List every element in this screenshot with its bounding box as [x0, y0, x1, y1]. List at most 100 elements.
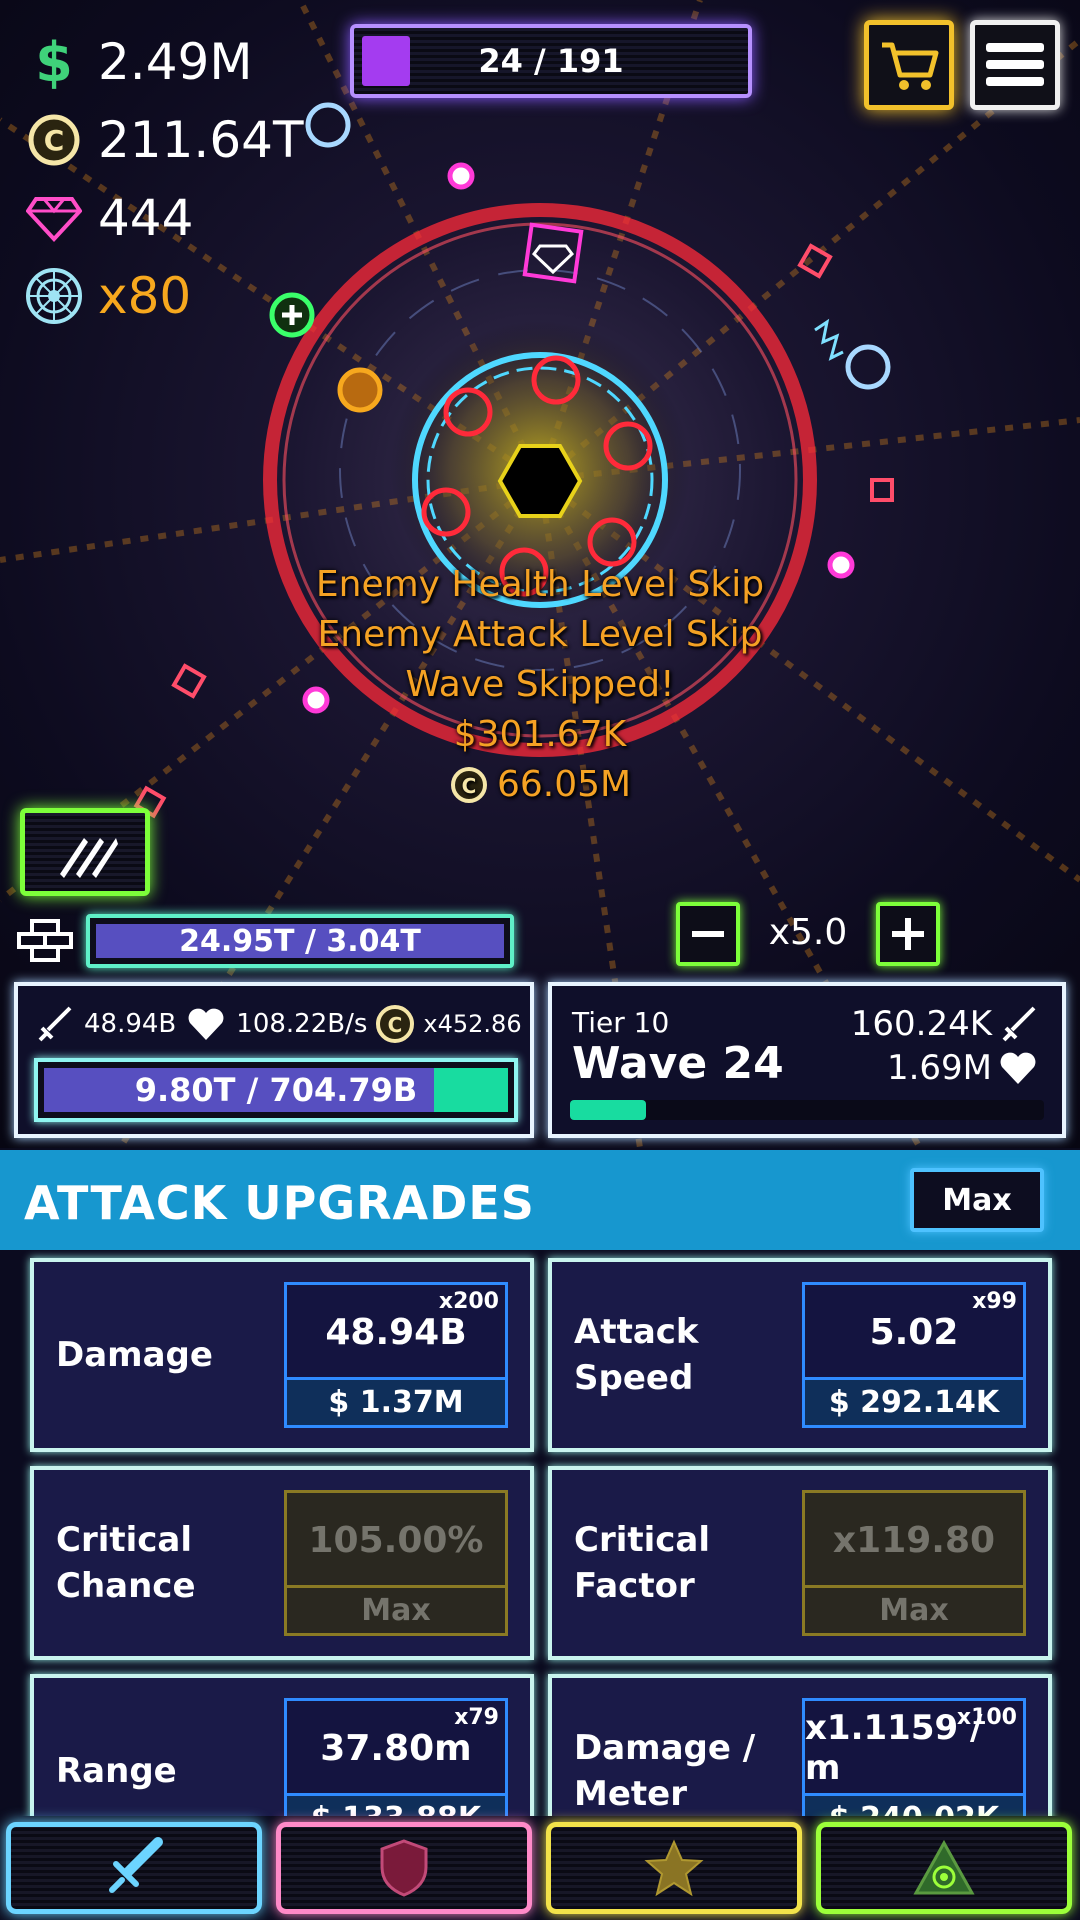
module-icon [24, 266, 84, 326]
upgrade-card-damage-per-meter[interactable]: Damage / Meter x1.1159 / m x100 $ 240.02… [548, 1674, 1052, 1816]
wall-icon [17, 919, 73, 962]
coin-icon: C [24, 110, 84, 170]
plus-icon [892, 918, 924, 950]
tower-stats-panel: 48.94B 108.22B/s C x452.86 9.80T / 704.7… [14, 982, 534, 1138]
tower-damage: 48.94B [84, 1009, 177, 1039]
svg-text:C: C [462, 774, 477, 798]
upgrade-multiplier: x200 [438, 1289, 499, 1314]
upgrade-name: Damage [56, 1335, 213, 1375]
tower-health-bar: 9.80T / 704.79B [34, 1058, 518, 1122]
upgrade-cost: $ 292.14K [805, 1377, 1023, 1425]
cash-counter: $ 2.49M [24, 30, 253, 94]
upgrade-card-critical-factor[interactable]: Critical Factor x119.80 Max [548, 1466, 1052, 1660]
upgrade-cost: Max [805, 1585, 1023, 1633]
upgrade-cost: $ 133.88K [287, 1793, 505, 1816]
modules-counter: x80 [24, 266, 191, 326]
tab-defense[interactable] [276, 1822, 532, 1914]
tab-utility[interactable] [546, 1822, 802, 1914]
attack-skip-message: Enemy Attack Level Skip [317, 614, 763, 655]
cash-value: 2.49M [98, 33, 253, 91]
heart-icon [1000, 1052, 1036, 1084]
minus-icon [692, 931, 724, 937]
cart-icon [882, 42, 939, 90]
heart-icon [186, 1006, 226, 1042]
wave-progress-bar: 24 / 191 [350, 24, 752, 98]
svg-text:C: C [388, 1013, 403, 1037]
wall-health-text: 24.95T / 3.04T [179, 923, 421, 959]
missile-ability-button[interactable] [20, 808, 150, 896]
wall-health-bar: 24.95T / 3.04T [86, 914, 514, 968]
coins-counter: C 211.64T [24, 110, 304, 170]
upgrade-cost: $ 240.02K [805, 1793, 1023, 1816]
upgrade-card-attack-speed[interactable]: Attack Speed 5.02 x99 $ 292.14K [548, 1258, 1052, 1452]
upgrade-buy-button: 105.00% Max [284, 1490, 508, 1636]
upgrade-name: Critical Factor [574, 1520, 711, 1606]
wave-skipped-message: Wave Skipped! [405, 664, 675, 705]
star-icon [644, 1839, 704, 1897]
tab-ultimate[interactable] [816, 1822, 1072, 1914]
coin-icon: C [450, 766, 487, 803]
upgrade-value: 105.00% [308, 1519, 484, 1561]
upgrade-name: Damage / Meter [574, 1728, 756, 1814]
upgrade-buy-button[interactable]: 48.94B x200 $ 1.37M [284, 1282, 508, 1428]
modules-value: x80 [98, 267, 192, 325]
wave-timer-fill [570, 1100, 646, 1120]
hamburger-icon [986, 43, 1044, 86]
gems-counter: 444 [24, 188, 193, 248]
upgrade-card-range[interactable]: Range 37.80m x79 $ 133.88K [30, 1674, 534, 1816]
upgrade-buy-button[interactable]: x1.1159 / m x100 $ 240.02K [802, 1698, 1026, 1816]
upgrade-cost: $ 1.37M [287, 1377, 505, 1425]
upgrade-card-damage[interactable]: Damage 48.94B x200 $ 1.37M [30, 1258, 534, 1452]
menu-button[interactable] [970, 20, 1060, 110]
speed-increase-button[interactable] [876, 902, 940, 966]
battle-arena: $ 2.49M C 211.64T 444 x80 24 / 191 Enemy… [0, 0, 1080, 1148]
upgrade-name: Critical Chance [56, 1520, 196, 1606]
shield-icon [380, 1839, 428, 1897]
upgrade-buy-button: x119.80 Max [802, 1490, 1026, 1636]
wave-progress-text: 24 / 191 [478, 42, 624, 80]
svg-text:C: C [44, 124, 65, 157]
upgrade-card-critical-chance[interactable]: Critical Chance 105.00% Max [30, 1466, 534, 1660]
upgrade-buy-button[interactable]: 5.02 x99 $ 292.14K [802, 1282, 1026, 1428]
wave-timer-bar [570, 1100, 1044, 1120]
upgrade-value: x119.80 [832, 1519, 996, 1561]
dollar-icon: $ [35, 30, 73, 94]
speed-decrease-button[interactable] [676, 902, 740, 966]
coin-reward-message: C 66.05M [240, 764, 840, 805]
upgrade-name: Range [56, 1751, 177, 1791]
coin-multiplier: x452.86 [423, 1010, 522, 1038]
gems-value: 444 [98, 189, 194, 247]
upgrade-multiplier: x79 [454, 1705, 499, 1730]
upgrades-list: Damage 48.94B x200 $ 1.37M Attack Speed … [0, 1250, 1080, 1816]
wave-label: Wave 24 [572, 1038, 784, 1089]
sword-icon [34, 1004, 74, 1044]
coins-value: 211.64T [98, 111, 304, 169]
coin-reward-value: 66.05M [496, 764, 632, 805]
game-speed-value: x5.0 [768, 912, 848, 953]
tab-attack[interactable] [6, 1822, 262, 1914]
coin-icon: C [375, 1004, 415, 1044]
sword-icon [1002, 1006, 1036, 1042]
wave-info-panel: Tier 10 Wave 24 160.24K 1.69M [548, 982, 1066, 1138]
upgrade-buy-button[interactable]: 37.80m x79 $ 133.88K [284, 1698, 508, 1816]
upgrades-title: ATTACK UPGRADES [24, 1176, 535, 1230]
eye-triangle-icon [913, 1839, 975, 1895]
gem-icon [24, 188, 84, 248]
enemy-attack-value: 160.24K [850, 1004, 992, 1044]
tier-label: Tier 10 [572, 1006, 670, 1039]
cash-reward-message: $301.67K [453, 714, 627, 755]
upgrade-multiplier: x99 [972, 1289, 1017, 1314]
missiles-icon [60, 838, 118, 878]
upgrade-cost: Max [287, 1585, 505, 1633]
upgrade-multiplier: x100 [956, 1705, 1017, 1730]
health-skip-message: Enemy Health Level Skip [315, 564, 765, 605]
shop-button[interactable] [864, 20, 954, 110]
tower-health-text: 9.80T / 704.79B [134, 1071, 418, 1109]
tower-stats-row: 48.94B 108.22B/s C x452.86 [34, 1004, 522, 1044]
upgrades-header: ATTACK UPGRADES Max [0, 1150, 1080, 1250]
upgrade-name: Attack Speed [574, 1312, 699, 1398]
sword-icon [109, 1837, 163, 1893]
enemy-health-value: 1.69M [886, 1048, 992, 1088]
tower-regen: 108.22B/s [236, 1009, 368, 1039]
buy-amount-button[interactable]: Max [910, 1168, 1044, 1232]
